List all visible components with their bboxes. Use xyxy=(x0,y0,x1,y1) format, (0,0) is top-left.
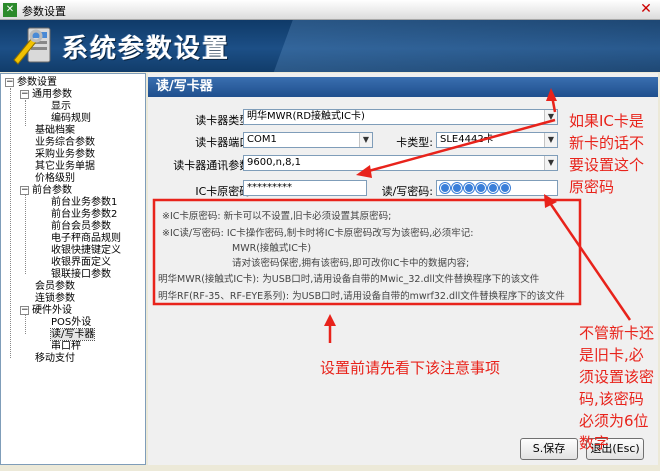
window-title: 参数设置 xyxy=(22,5,66,18)
settings-app-icon: ✕ xyxy=(3,3,17,17)
rw-password-input[interactable] xyxy=(436,180,558,196)
tree-node-member-params[interactable]: 会员参数 xyxy=(35,281,75,293)
section-header: 读/写卡器 xyxy=(148,77,658,97)
note-rf-usb: 明华RF(RF-35、RF-EYE系列): 为USB口时,请用设备自带的mwrf… xyxy=(158,291,565,302)
tree-node-coding-rules[interactable]: 编码规则 xyxy=(51,113,91,125)
chevron-down-icon: ▼ xyxy=(359,133,372,147)
tree-node-display[interactable]: 显示 xyxy=(51,101,71,113)
tree-node-root[interactable]: − 参数设置 xyxy=(5,77,57,89)
tree-node-serial-scale[interactable]: 串口秤 xyxy=(51,341,81,353)
tree-node-card-reader[interactable]: 读/写卡器 xyxy=(49,328,96,341)
chevron-down-icon: ▼ xyxy=(544,133,557,147)
tree-node-frontend[interactable]: − 前台参数 xyxy=(20,185,72,197)
tree-node-other-docs[interactable]: 其它业务单据 xyxy=(35,161,95,173)
port-select[interactable]: COM1 ▼ xyxy=(243,132,373,148)
tree-node-purchase[interactable]: 采购业务参数 xyxy=(35,149,95,161)
reader-type-select[interactable]: 明华MWR(RD接触式IC卡) ▼ xyxy=(243,109,558,125)
rw-password-label: 读/写密码: xyxy=(381,185,433,198)
banner-title: 系统参数设置 xyxy=(62,34,231,64)
tree-node-business[interactable]: 业务综合参数 xyxy=(35,137,95,149)
tree-node-member[interactable]: 前台会员参数 xyxy=(51,221,111,233)
card-type-select[interactable]: SLE4442卡 ▼ xyxy=(436,132,558,148)
comm-params-select[interactable]: 9600,n,8,1 ▼ xyxy=(243,155,558,171)
tree-node-base-archive[interactable]: 基础档案 xyxy=(35,125,75,137)
settings-tree: − 参数设置 − 通用参数 显示 编码规则 基础档案 业务综合参数 采购业务参数 其… xyxy=(0,73,146,465)
header-banner: 系统参数设置 xyxy=(0,20,660,72)
tree-node-unionpay[interactable]: 银联接口参数 xyxy=(51,269,111,281)
chevron-down-icon: ▼ xyxy=(544,156,557,170)
tools-logo-icon xyxy=(13,27,51,65)
tree-node-scale-rules[interactable]: 电子秤商品规则 xyxy=(51,233,121,245)
annotation-rw-password: 不管新卡还 是旧卡,必 须设置该密 码,该密码 必须为6位 数字 xyxy=(579,324,655,452)
tree-node-hardware[interactable]: − 硬件外设 xyxy=(20,305,72,317)
tree-node-chain[interactable]: 连锁参数 xyxy=(35,293,75,305)
tree-node-mobile-pay[interactable]: 移动支付 xyxy=(35,353,75,365)
tree-node-cashier-ui[interactable]: 收银界面定义 xyxy=(51,257,111,269)
save-button[interactable]: S.保存 xyxy=(520,438,578,460)
note-orig-password: ※IC卡原密码: 新卡可以不设置,旧卡必须设置其原密码; xyxy=(162,211,392,222)
tree-node-frontend-1[interactable]: 前台业务参数1 xyxy=(51,197,117,209)
close-icon[interactable]: ✕ xyxy=(638,1,654,17)
note-keep-secret: 请对该密码保密,拥有该密码,即可改你IC卡中的数据内容; xyxy=(232,258,470,269)
note-mwr-contact: MWR(接触式IC卡) xyxy=(232,243,312,254)
annotation-read-notes: 设置前请先看下该注意事项 xyxy=(320,359,501,377)
tree-node-pos-peripheral[interactable]: POS外设 xyxy=(51,317,91,329)
orig-password-input[interactable]: ********* xyxy=(243,180,367,196)
tree-node-frontend-2[interactable]: 前台业务参数2 xyxy=(51,209,117,221)
tree-node-shortcuts[interactable]: 收银快捷键定义 xyxy=(51,245,121,257)
tree-node-general[interactable]: − 通用参数 xyxy=(20,89,72,101)
note-mwr-usb: 明华MWR(接触式IC卡): 为USB口时,请用设备自带的Mwic_32.dll… xyxy=(158,274,540,285)
title-bar: ✕ 参数设置 ✕ xyxy=(0,0,660,20)
note-rw-password: ※IC读/写密码: IC卡操作密码,制卡时将IC卡原密码改写为该密码,必须牢记: xyxy=(162,228,474,239)
comm-params-label: 读卡器通讯参数: xyxy=(173,159,254,172)
card-type-label: 卡类型: xyxy=(396,136,433,149)
tree-node-price-level[interactable]: 价格级别 xyxy=(35,173,75,185)
annotation-new-card: 如果IC卡是 新卡的话不 要设置这个 原密码 xyxy=(569,112,645,196)
chevron-down-icon: ▼ xyxy=(544,110,557,124)
